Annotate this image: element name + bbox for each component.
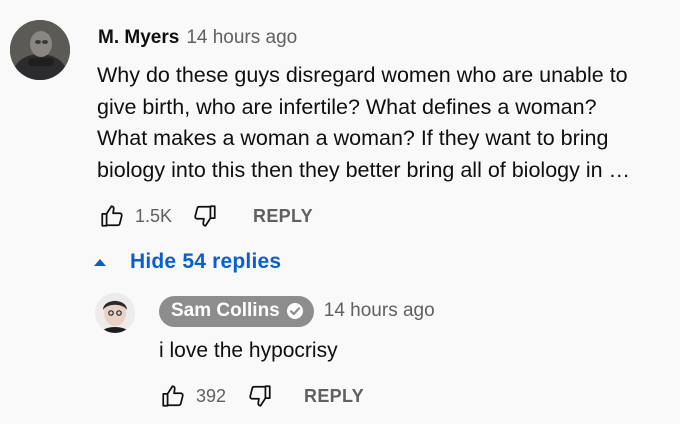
thumbs-down-icon bbox=[249, 385, 271, 407]
reply-header: Sam Collins 14 hours ago bbox=[159, 295, 435, 327]
like-button[interactable] bbox=[159, 382, 187, 410]
verified-check-icon bbox=[286, 303, 303, 319]
commenter-avatar[interactable] bbox=[10, 20, 70, 80]
comment-text: Why do these guys disregard women who ar… bbox=[97, 60, 657, 186]
like-count: 1.5K bbox=[135, 205, 173, 226]
comment-author[interactable]: M. Myers bbox=[98, 27, 179, 49]
comment-action-bar: 1.5K REPLY bbox=[98, 201, 313, 231]
reply-text: i love the hypocrisy bbox=[159, 339, 338, 362]
avatar-photo-icon bbox=[10, 20, 70, 80]
comment-text-line: biology into this then they better bring… bbox=[97, 157, 631, 182]
hide-replies-button[interactable]: Hide 54 replies bbox=[93, 247, 281, 277]
reply-action-bar: 392 REPLY bbox=[159, 381, 364, 411]
thumbs-down-icon bbox=[194, 205, 216, 227]
thumbs-up-icon bbox=[101, 205, 123, 227]
thumbs-up-icon bbox=[162, 385, 184, 407]
reply-author: Sam Collins bbox=[171, 300, 280, 321]
dislike-button[interactable] bbox=[191, 202, 219, 230]
dislike-button[interactable] bbox=[246, 382, 274, 410]
reply-avatar[interactable] bbox=[95, 293, 135, 333]
hide-replies-label: Hide 54 replies bbox=[130, 250, 282, 273]
like-count: 392 bbox=[196, 385, 227, 406]
avatar-photo-icon bbox=[95, 293, 135, 333]
comment-text-line: What makes a woman a woman? If they want… bbox=[97, 126, 609, 150]
comment-timestamp[interactable]: 14 hours ago bbox=[186, 27, 297, 49]
like-button[interactable] bbox=[98, 202, 126, 230]
reply-button[interactable]: REPLY bbox=[304, 386, 364, 407]
comment-text-line: give birth, who are infertile? What defi… bbox=[97, 94, 597, 119]
comment-header: M. Myers 14 hours ago bbox=[98, 25, 297, 51]
reply-button[interactable]: REPLY bbox=[253, 206, 313, 227]
caret-up-icon bbox=[94, 259, 106, 266]
reply-timestamp[interactable]: 14 hours ago bbox=[324, 300, 435, 322]
reply-author-chip[interactable]: Sam Collins bbox=[159, 295, 314, 327]
comment-text-line: Why do these guys disregard women who ar… bbox=[97, 63, 628, 87]
